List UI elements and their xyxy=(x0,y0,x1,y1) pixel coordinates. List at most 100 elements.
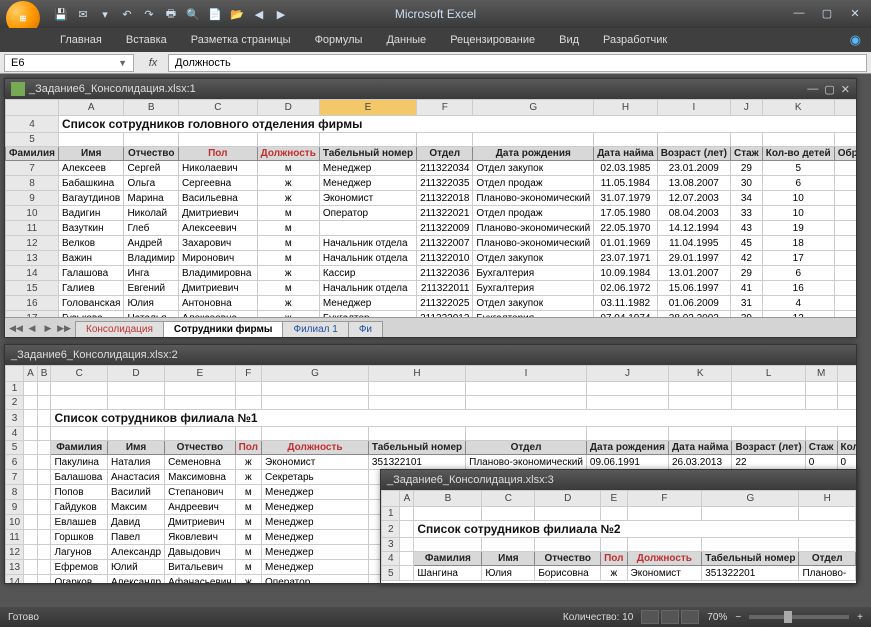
cell[interactable]: м xyxy=(235,500,261,515)
cell[interactable]: 11.05.1984 xyxy=(594,176,658,191)
cell[interactable]: 14.12.1994 xyxy=(657,221,730,236)
table-row[interactable]: 7АлексеевСергейНиколаевичмМенеджер211322… xyxy=(6,161,857,176)
cell[interactable]: м xyxy=(235,530,261,545)
cell[interactable]: Борисовна xyxy=(535,566,601,581)
cell[interactable]: Огарков xyxy=(51,575,108,584)
cell[interactable]: Начальник отдела xyxy=(319,251,416,266)
table-row[interactable]: 12ВелковАндрейЗахаровичмНачальник отдела… xyxy=(6,236,857,251)
cell[interactable]: Пакулина xyxy=(51,455,108,470)
cell[interactable]: Ефремов xyxy=(51,560,108,575)
cell[interactable]: 23.07.1971 xyxy=(594,251,658,266)
cell[interactable]: м xyxy=(235,545,261,560)
formula-input[interactable]: Должность xyxy=(168,54,867,72)
cell[interactable]: Глеб xyxy=(124,221,179,236)
cell[interactable]: Алексеевич xyxy=(178,221,257,236)
cell[interactable]: Юлий xyxy=(108,560,165,575)
cell[interactable]: Горшков xyxy=(51,530,108,545)
col-header[interactable]: B xyxy=(37,366,51,382)
cell[interactable]: Николай xyxy=(124,206,179,221)
table-row[interactable]: 13ВажинВладимирМироновичмНачальник отдел… xyxy=(6,251,857,266)
cell[interactable]: Планово-экономический xyxy=(473,221,594,236)
cell[interactable]: 02.03.1985 xyxy=(594,161,658,176)
cell[interactable]: 0 xyxy=(837,455,856,470)
col-header[interactable]: E xyxy=(601,491,627,507)
cell[interactable]: Давид xyxy=(108,515,165,530)
ribbon-tab-formulas[interactable]: Формулы xyxy=(305,31,373,49)
cell[interactable]: Дмитриевич xyxy=(165,515,236,530)
cell[interactable]: Дмитриевич xyxy=(178,206,257,221)
cell[interactable]: Менеджер xyxy=(319,161,416,176)
cell[interactable]: 2 xyxy=(834,236,856,251)
cell[interactable]: Давыдович xyxy=(165,545,236,560)
minimize-button[interactable]: — xyxy=(789,7,809,21)
col-header[interactable]: L xyxy=(732,366,805,382)
col-header[interactable]: L xyxy=(834,100,856,116)
cell[interactable]: Менеджер xyxy=(262,485,369,500)
cell[interactable]: Лагунов xyxy=(51,545,108,560)
cell[interactable]: 2 xyxy=(834,191,856,206)
cell[interactable]: 351322101 xyxy=(368,455,465,470)
fwd-icon[interactable]: ▶ xyxy=(272,5,290,23)
col-header[interactable]: C xyxy=(51,366,108,382)
cell[interactable]: 23.01.2009 xyxy=(657,161,730,176)
cell[interactable]: Наталия xyxy=(108,455,165,470)
cell[interactable]: Анастасия xyxy=(108,470,165,485)
cell[interactable]: Сергеевна xyxy=(178,176,257,191)
cell[interactable]: 5 xyxy=(762,161,834,176)
cell[interactable]: ж xyxy=(257,191,319,206)
cell[interactable]: 6 xyxy=(762,266,834,281)
col-header[interactable]: J xyxy=(586,366,668,382)
cell[interactable]: 22 xyxy=(732,455,805,470)
cw1-minimize[interactable]: — xyxy=(807,83,818,96)
cell[interactable]: м xyxy=(235,485,261,500)
col-header[interactable]: F xyxy=(235,366,261,382)
child-window-2-titlebar[interactable]: _Задание6_Консолидация.xlsx:2 xyxy=(5,345,856,365)
cell[interactable]: Степанович xyxy=(165,485,236,500)
cell[interactable]: Голованская xyxy=(58,296,123,311)
col-header[interactable]: C xyxy=(482,491,535,507)
cell[interactable]: 1 xyxy=(834,161,856,176)
col-header[interactable]: B xyxy=(124,100,179,116)
cell[interactable]: Евгений xyxy=(124,281,179,296)
cell[interactable]: Бухгалтерия xyxy=(473,281,594,296)
cell[interactable]: 16 xyxy=(762,281,834,296)
undo-icon[interactable]: ↶ xyxy=(118,5,136,23)
table-row[interactable]: 8БабашкинаОльгаСергеевнажМенеджер2113220… xyxy=(6,176,857,191)
sheet-nav-first[interactable]: ◀◀ xyxy=(9,323,23,337)
ribbon-tab-view[interactable]: Вид xyxy=(549,31,589,49)
sheet-tab-consolidation[interactable]: Консолидация xyxy=(75,321,164,337)
col-header[interactable]: A xyxy=(400,491,414,507)
cell[interactable]: 0 xyxy=(834,176,856,191)
cell[interactable]: Афанасьевич xyxy=(165,575,236,584)
cell[interactable]: Юлия xyxy=(124,296,179,311)
cell[interactable]: Василий xyxy=(108,485,165,500)
cell[interactable]: Менеджер xyxy=(262,515,369,530)
cell[interactable]: Попов xyxy=(51,485,108,500)
zoom-in[interactable]: + xyxy=(857,612,863,623)
cell[interactable]: 211322035 xyxy=(417,176,473,191)
col-header[interactable]: E xyxy=(165,366,236,382)
cell[interactable]: Дмитриевич xyxy=(178,281,257,296)
cell[interactable]: 34 xyxy=(730,191,762,206)
cell[interactable]: м xyxy=(257,251,319,266)
cell[interactable]: Ольга xyxy=(124,176,179,191)
print-icon[interactable]: 🖶 xyxy=(162,5,180,23)
maximize-button[interactable]: ▢ xyxy=(817,7,837,21)
cell[interactable]: 211322036 xyxy=(417,266,473,281)
name-box[interactable]: E6 ▼ xyxy=(4,54,134,72)
cell[interactable]: 1 xyxy=(834,266,856,281)
cell[interactable]: 1 xyxy=(834,206,856,221)
col-header[interactable]: F xyxy=(627,491,702,507)
cell[interactable]: 42 xyxy=(730,251,762,266)
col-header[interactable]: C xyxy=(178,100,257,116)
cell[interactable]: Планово-экономический xyxy=(473,236,594,251)
view-normal[interactable] xyxy=(641,610,659,624)
cell[interactable]: 3 xyxy=(834,221,856,236)
col-header[interactable]: A xyxy=(24,366,38,382)
cell[interactable]: 15.06.1997 xyxy=(657,281,730,296)
cell[interactable]: Алексеев xyxy=(58,161,123,176)
cell[interactable]: Отдел продаж xyxy=(473,206,594,221)
qat-ext-icon[interactable]: ✉ xyxy=(74,5,92,23)
close-button[interactable]: ✕ xyxy=(845,7,865,21)
cell[interactable]: ж xyxy=(235,455,261,470)
